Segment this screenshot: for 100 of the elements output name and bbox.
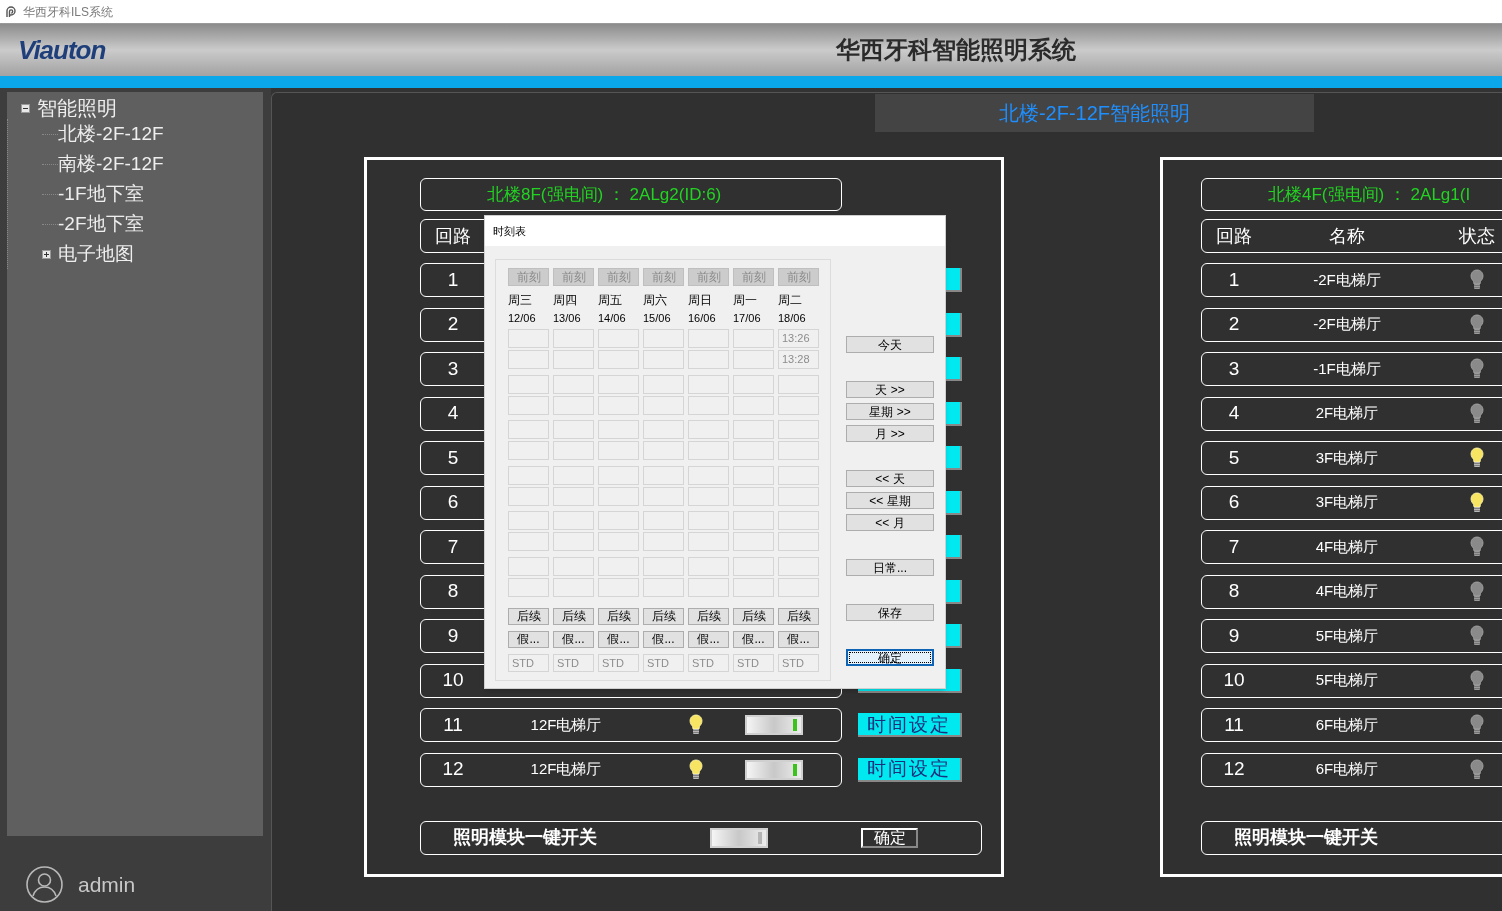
tree-item[interactable]: -1F地下室 xyxy=(58,179,144,209)
time-field[interactable] xyxy=(733,374,774,394)
time-field[interactable] xyxy=(733,532,774,551)
time-field[interactable] xyxy=(643,441,684,460)
next-button[interactable]: 后续 xyxy=(688,607,729,625)
time-field[interactable] xyxy=(643,556,684,576)
holiday-button[interactable]: 假... xyxy=(553,630,594,648)
holiday-button[interactable]: 假... xyxy=(598,630,639,648)
time-field[interactable] xyxy=(643,395,684,415)
time-field[interactable] xyxy=(643,374,684,394)
time-field[interactable] xyxy=(598,329,639,348)
navigation-button[interactable]: << 星期 xyxy=(846,492,934,509)
time-field[interactable] xyxy=(508,465,549,485)
next-button[interactable]: 后续 xyxy=(553,607,594,625)
time-field[interactable] xyxy=(688,556,729,576)
expand-icon[interactable] xyxy=(42,249,51,259)
time-field[interactable] xyxy=(733,577,774,597)
time-field[interactable] xyxy=(508,374,549,394)
tree-item[interactable]: 电子地图 xyxy=(58,239,134,269)
time-field[interactable] xyxy=(778,441,819,460)
time-field[interactable] xyxy=(553,577,594,597)
time-field[interactable] xyxy=(778,556,819,576)
time-setting-button[interactable]: 时间设定 xyxy=(858,713,962,737)
time-field[interactable] xyxy=(508,329,549,348)
time-field[interactable] xyxy=(553,511,594,530)
time-field[interactable] xyxy=(508,486,549,506)
time-field[interactable] xyxy=(688,329,729,348)
time-field[interactable] xyxy=(733,511,774,530)
navigation-button[interactable]: 保存 xyxy=(846,604,934,621)
navigation-button[interactable]: 日常... xyxy=(846,559,934,576)
time-field[interactable] xyxy=(643,350,684,369)
time-field[interactable] xyxy=(598,486,639,506)
time-field[interactable] xyxy=(598,350,639,369)
navigation-button[interactable]: 月 >> xyxy=(846,425,934,442)
navigation-button[interactable]: 星期 >> xyxy=(846,403,934,420)
time-field[interactable] xyxy=(688,350,729,369)
next-button[interactable]: 后续 xyxy=(598,607,639,625)
time-field[interactable] xyxy=(778,465,819,485)
time-field[interactable] xyxy=(688,577,729,597)
next-button[interactable]: 后续 xyxy=(733,607,774,625)
time-field[interactable] xyxy=(598,465,639,485)
time-field[interactable] xyxy=(643,577,684,597)
navigation-button[interactable]: << 天 xyxy=(846,470,934,487)
time-field[interactable] xyxy=(508,577,549,597)
time-field[interactable] xyxy=(643,511,684,530)
time-field[interactable] xyxy=(643,486,684,506)
time-field[interactable] xyxy=(553,374,594,394)
tree-item[interactable]: 南楼-2F-12F xyxy=(58,149,164,179)
next-button[interactable]: 后续 xyxy=(778,607,819,625)
confirm-button[interactable]: 确定 xyxy=(861,827,918,848)
time-field[interactable] xyxy=(598,556,639,576)
time-field[interactable] xyxy=(688,511,729,530)
time-field[interactable] xyxy=(733,465,774,485)
time-field[interactable] xyxy=(508,350,549,369)
time-field[interactable] xyxy=(598,532,639,551)
time-field[interactable] xyxy=(598,511,639,530)
holiday-button[interactable]: 假... xyxy=(688,630,729,648)
time-field[interactable] xyxy=(643,532,684,551)
navigation-button[interactable]: << 月 xyxy=(846,514,934,531)
navigation-button[interactable]: 天 >> xyxy=(846,381,934,398)
time-field[interactable] xyxy=(553,465,594,485)
holiday-button[interactable]: 假... xyxy=(778,630,819,648)
collapse-icon[interactable] xyxy=(21,103,30,113)
time-field[interactable] xyxy=(508,556,549,576)
time-field[interactable] xyxy=(688,532,729,551)
toggle-switch[interactable] xyxy=(745,759,803,780)
time-field[interactable] xyxy=(733,486,774,506)
time-field[interactable] xyxy=(643,329,684,348)
time-field[interactable] xyxy=(688,465,729,485)
time-field[interactable] xyxy=(733,395,774,415)
time-field[interactable] xyxy=(508,420,549,439)
time-field[interactable] xyxy=(778,486,819,506)
time-field[interactable] xyxy=(778,420,819,439)
navigation-button[interactable]: 今天 xyxy=(846,336,934,353)
time-field[interactable] xyxy=(688,374,729,394)
time-field[interactable] xyxy=(778,577,819,597)
time-field[interactable] xyxy=(553,441,594,460)
time-field[interactable] xyxy=(688,441,729,460)
tree-item[interactable]: -2F地下室 xyxy=(58,209,144,239)
time-field[interactable] xyxy=(553,350,594,369)
time-field[interactable] xyxy=(598,420,639,439)
time-field[interactable] xyxy=(508,511,549,530)
time-field[interactable] xyxy=(508,441,549,460)
holiday-button[interactable]: 假... xyxy=(733,630,774,648)
time-field[interactable] xyxy=(733,441,774,460)
time-field[interactable] xyxy=(553,420,594,439)
time-field[interactable] xyxy=(778,532,819,551)
next-button[interactable]: 后续 xyxy=(643,607,684,625)
toggle-switch[interactable] xyxy=(710,827,768,848)
time-field[interactable] xyxy=(688,486,729,506)
time-field[interactable] xyxy=(598,577,639,597)
time-field[interactable] xyxy=(778,511,819,530)
time-field[interactable] xyxy=(733,420,774,439)
time-setting-button[interactable]: 时间设定 xyxy=(858,757,962,782)
time-field[interactable] xyxy=(598,374,639,394)
time-field[interactable] xyxy=(508,532,549,551)
time-field[interactable] xyxy=(643,420,684,439)
time-field[interactable] xyxy=(733,329,774,348)
holiday-button[interactable]: 假... xyxy=(643,630,684,648)
time-field[interactable] xyxy=(598,395,639,415)
